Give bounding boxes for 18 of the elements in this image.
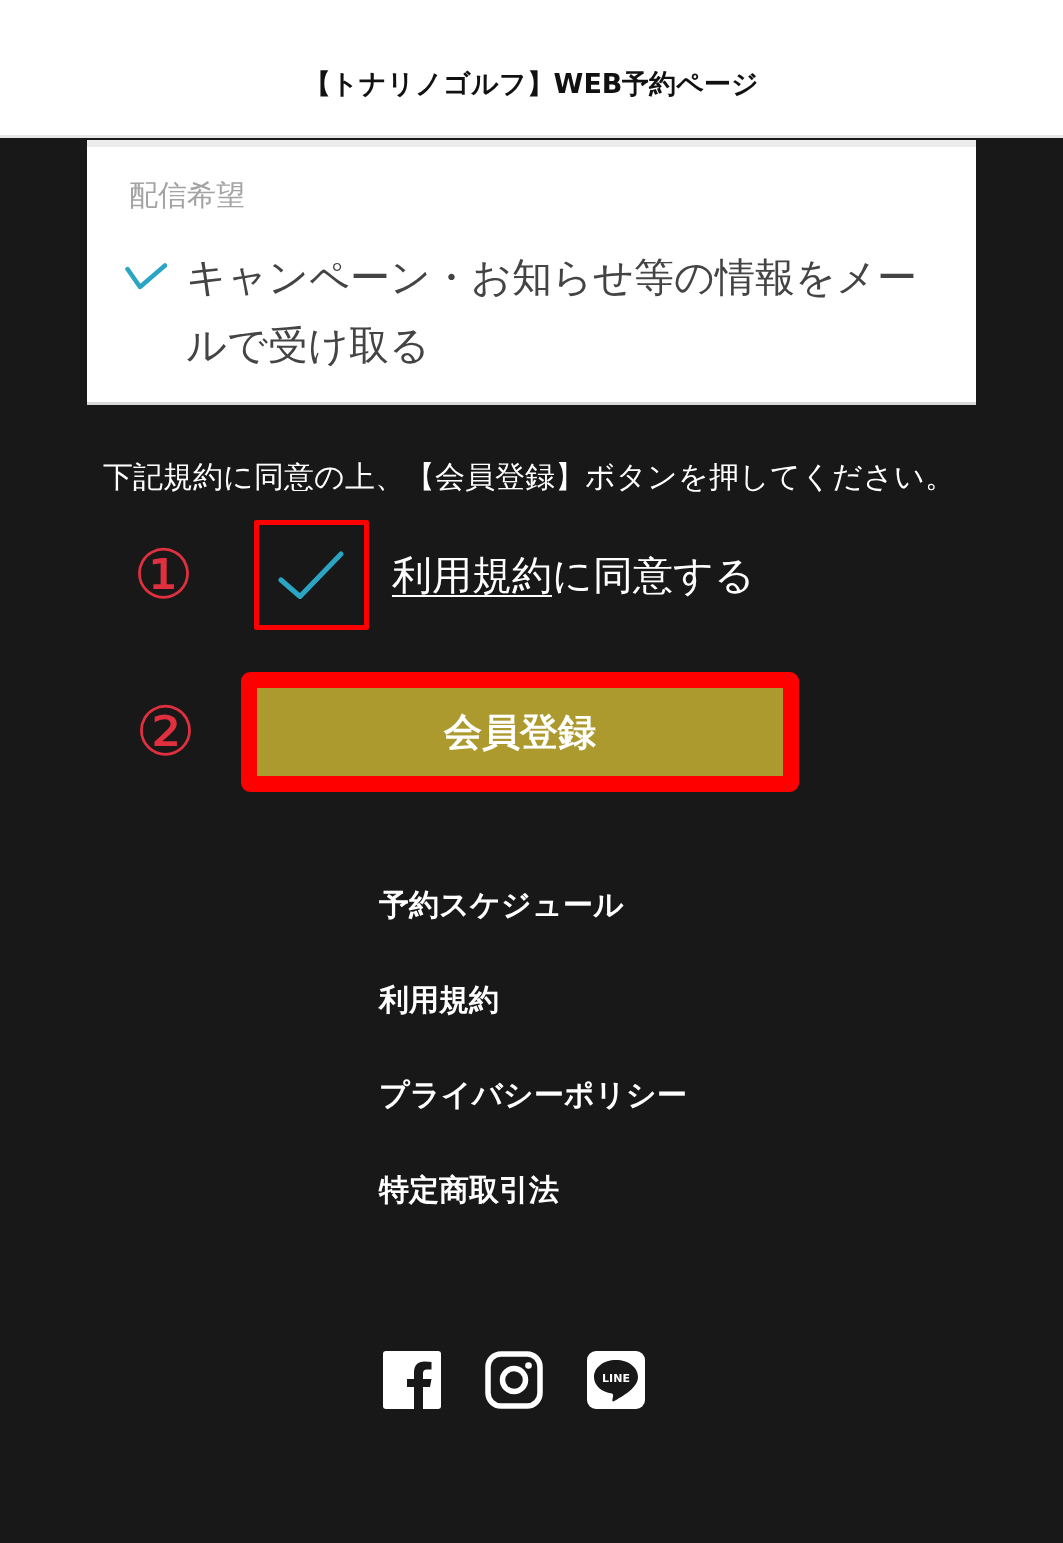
checkmark-icon[interactable] [125, 263, 167, 291]
step-number: ② [135, 692, 196, 772]
option-label: キャンペーン・お知らせ等の情報をメールで受け取る [186, 253, 918, 370]
footer-link[interactable]: プライバシーポリシー [379, 1075, 687, 1115]
instruction-text: 下記規約に同意の上、【会員登録】ボタンを押してください。 [103, 458, 955, 496]
footer-link[interactable]: 予約スケジュール [379, 885, 624, 925]
letter-f-icon[interactable] [383, 1351, 441, 1409]
step-number: ① [133, 535, 194, 615]
terms-link[interactable]: 利用規約 [391, 552, 552, 598]
footer-link[interactable]: 特定商取引法 [379, 1170, 559, 1210]
checkmark-icon[interactable] [278, 551, 345, 599]
speech-bubble-icon[interactable]: LINE [587, 1351, 645, 1409]
footer-link[interactable]: 利用規約 [379, 980, 499, 1020]
logo-text: LINE [602, 1371, 630, 1385]
camera-icon[interactable] [485, 1351, 543, 1409]
field-label: 配信希望 [129, 177, 245, 214]
page-title: 【トナリノゴルフ】WEB予約ページ [303, 67, 760, 101]
agree-label: 利用規約に同意する [391, 551, 755, 600]
